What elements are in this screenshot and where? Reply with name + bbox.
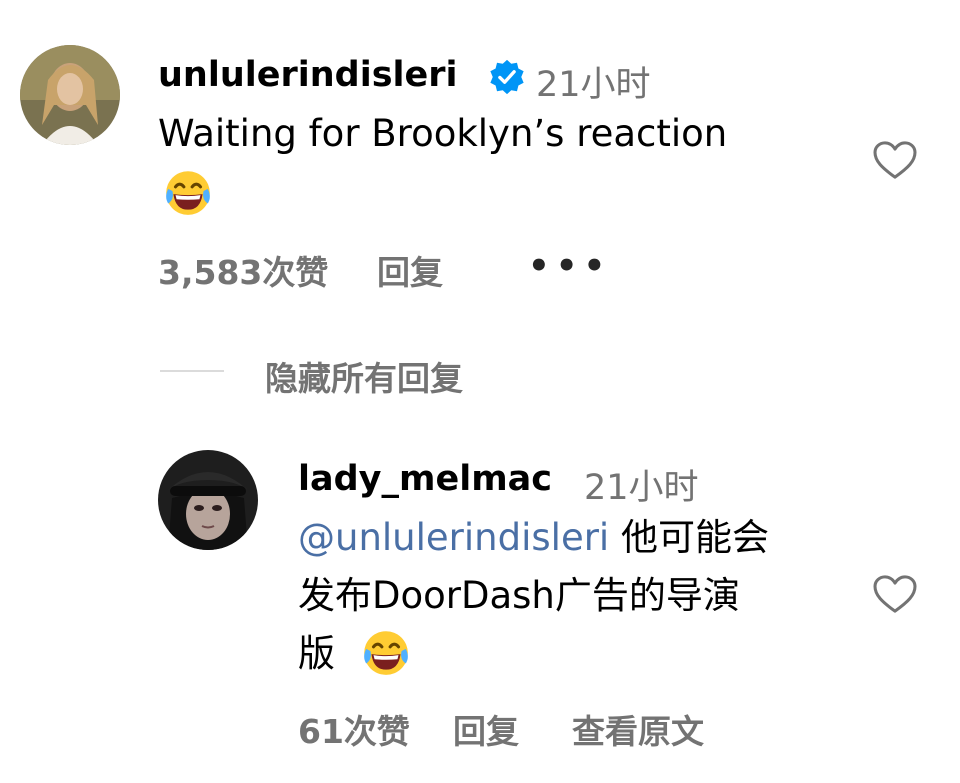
- verified-badge-icon: [490, 59, 524, 95]
- avatar-lady-melmac[interactable]: [158, 450, 258, 550]
- hide-replies-button[interactable]: 隐藏所有回复: [265, 352, 463, 400]
- comment-text: Waiting for Brooklyn’s reaction: [158, 112, 728, 155]
- comment-time: 21小时: [536, 65, 651, 105]
- replies-divider: [160, 370, 224, 372]
- like-heart-icon[interactable]: [872, 574, 918, 614]
- reply-reply-button[interactable]: 回复: [453, 705, 519, 753]
- see-original-button[interactable]: 查看原文: [572, 705, 704, 753]
- comment-username[interactable]: unlulerindisleri: [158, 55, 458, 95]
- laughing-tears-emoji: [166, 171, 210, 215]
- laughing-tears-emoji: [364, 631, 408, 675]
- comment-likes-count[interactable]: 3,583次赞: [158, 246, 328, 294]
- avatar-unlulerindisleri[interactable]: [20, 45, 120, 145]
- reply-text-part1: 他可能会: [620, 516, 769, 559]
- reply-text-line3: 版: [298, 632, 335, 675]
- avatar-image: [158, 450, 258, 550]
- reply-text-line2: 发布DoorDash广告的导演: [298, 574, 740, 617]
- like-heart-icon[interactable]: [872, 140, 918, 180]
- more-options-icon[interactable]: •••: [528, 246, 611, 286]
- reply-likes-count[interactable]: 61次赞: [298, 705, 410, 753]
- avatar-image: [20, 45, 120, 145]
- comment-reply-button[interactable]: 回复: [377, 246, 443, 294]
- reply-time: 21小时: [584, 468, 699, 508]
- reply-text-line1: @unlulerindisleri 他可能会: [298, 510, 769, 566]
- reply-username[interactable]: lady_melmac: [298, 459, 552, 499]
- reply-mention-link[interactable]: @unlulerindisleri: [298, 516, 609, 559]
